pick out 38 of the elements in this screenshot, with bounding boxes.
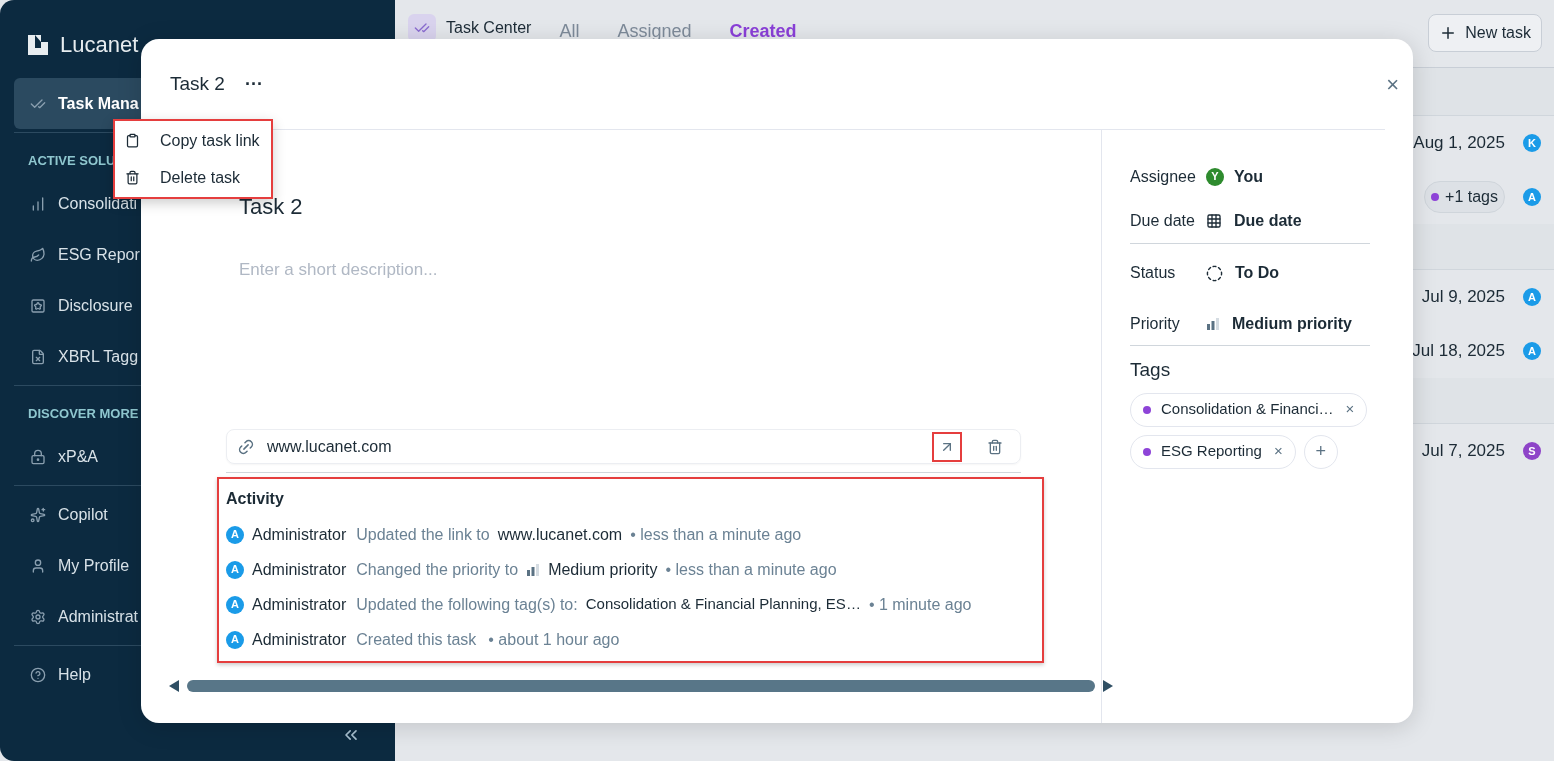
avatar: A <box>226 630 244 649</box>
activity-actor: Administrator <box>252 524 347 545</box>
avatar: A <box>1523 288 1541 306</box>
activity-title: Activity <box>226 489 285 509</box>
field-label: Status <box>1130 263 1177 283</box>
avatar: A <box>226 525 244 544</box>
avatar: A <box>226 560 244 579</box>
activity-time: • less than a minute ago <box>630 524 802 545</box>
avatar: A <box>1523 342 1541 360</box>
activity-action: Created this task <box>356 629 477 650</box>
avatar: A <box>226 595 244 614</box>
activity-actor: Administrator <box>252 559 347 580</box>
avatar: A <box>1523 188 1541 206</box>
activity-time: • about 1 hour ago <box>488 629 620 650</box>
activity-time: • 1 minute ago <box>868 594 972 615</box>
field-label: Assignee <box>1130 166 1197 187</box>
logo-text: Lucanet <box>60 31 139 59</box>
page-title: Task Center <box>446 18 532 38</box>
dialog-title: Task 2 <box>170 71 225 96</box>
avatar: S <box>1523 442 1541 460</box>
field-label: Due date <box>1130 211 1196 231</box>
avatar: K <box>1523 134 1541 152</box>
activity-action: Updated the link to <box>356 524 490 545</box>
activity-value: Consolidation & Financial Planning, ES… <box>585 594 861 615</box>
due-date: Jul 7, 2025 <box>1421 440 1505 463</box>
activity-action: Updated the following tag(s) to: <box>356 594 578 615</box>
due-date: Aug 1, 2025 <box>1413 132 1505 155</box>
due-date: Jul 9, 2025 <box>1421 286 1505 309</box>
field-label: Priority <box>1130 313 1181 334</box>
activity-value: www.lucanet.com <box>497 524 623 545</box>
activity-actor: Administrator <box>252 629 347 650</box>
activity-actor: Administrator <box>252 594 347 615</box>
section-header: DISCOVER MORE <box>28 406 139 421</box>
tags-title: Tags <box>1130 358 1172 382</box>
activity-time: • less than a minute ago <box>665 559 837 580</box>
activity-action: Changed the priority to <box>356 559 519 580</box>
due-date: Jul 18, 2025 <box>1412 340 1505 363</box>
activity-value: Medium priority <box>548 559 658 580</box>
